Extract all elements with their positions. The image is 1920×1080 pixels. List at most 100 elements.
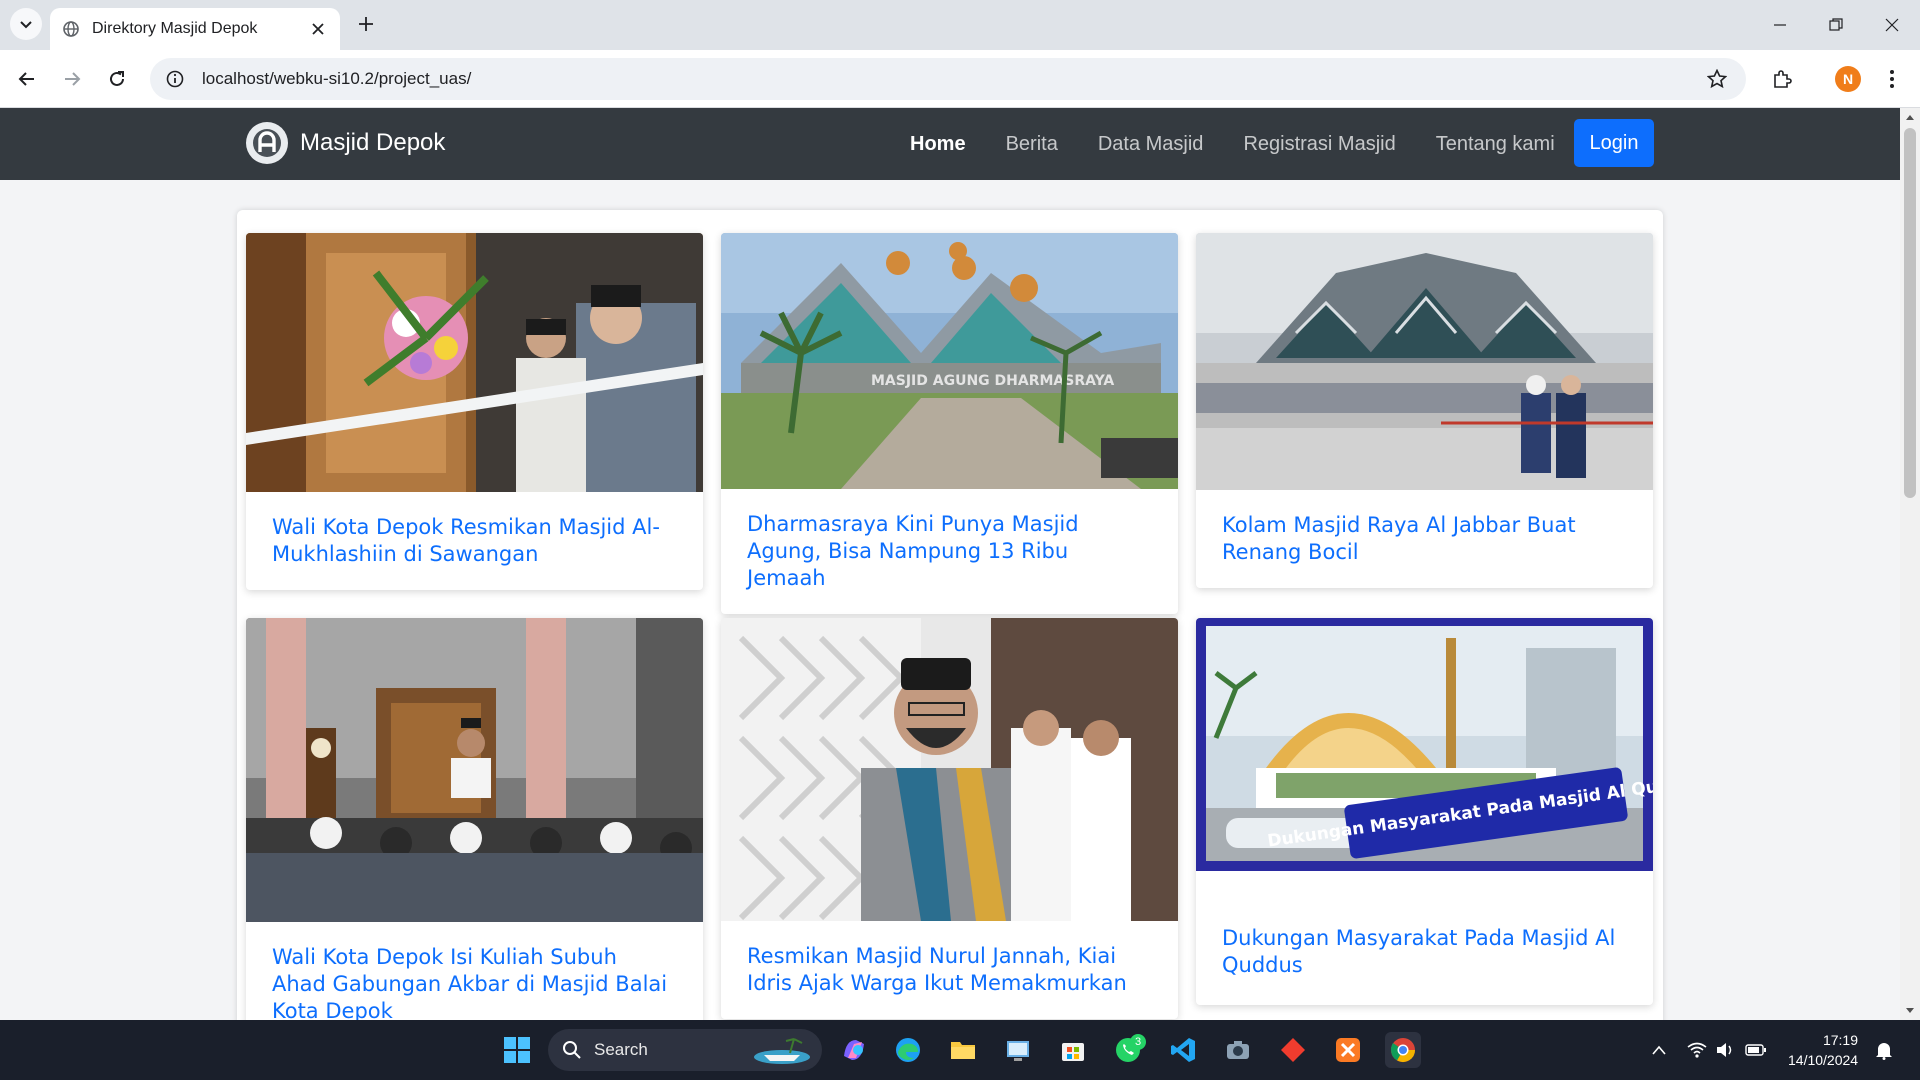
browser-menu-button[interactable] bbox=[1880, 63, 1904, 95]
restore-button[interactable] bbox=[1808, 0, 1864, 50]
plus-icon bbox=[359, 17, 373, 31]
nav-data-masjid[interactable]: Data Masjid bbox=[1098, 133, 1204, 156]
site-navbar: Masjid Depok Home Berita Data Masjid Reg… bbox=[0, 108, 1900, 180]
minimize-icon bbox=[1774, 24, 1786, 26]
close-icon bbox=[1885, 18, 1899, 32]
sermon-photo bbox=[246, 618, 703, 922]
nav-tentang-kami[interactable]: Tentang kami bbox=[1436, 133, 1555, 156]
news-card[interactable]: Resmikan Masjid Nurul Jannah, Kiai Idris… bbox=[721, 618, 1178, 1019]
news-container: Wali Kota Depok Resmikan Masjid Al-Mukhl… bbox=[237, 210, 1663, 1020]
xampp-icon[interactable] bbox=[1330, 1032, 1366, 1068]
card-body: Dharmasraya Kini Punya Masjid Agung, Bis… bbox=[721, 489, 1178, 614]
address-bar[interactable]: localhost/webku-si10.2/project_uas/ bbox=[150, 58, 1746, 100]
scroll-down-icon[interactable] bbox=[1900, 1002, 1920, 1020]
url-text: localhost/webku-si10.2/project_uas/ bbox=[202, 69, 472, 88]
volume-icon[interactable] bbox=[1714, 1039, 1736, 1061]
globe-icon bbox=[62, 20, 80, 38]
tab-title: Direktory Masjid Depok bbox=[92, 20, 258, 37]
taskbar-search[interactable]: Search bbox=[548, 1029, 822, 1071]
brand-logo-icon bbox=[246, 122, 288, 164]
search-icon bbox=[563, 1041, 581, 1059]
browser-tab-strip: Direktory Masjid Depok bbox=[0, 0, 1920, 50]
control-panel-icon[interactable] bbox=[1000, 1032, 1036, 1068]
nav-links: Home Berita Data Masjid Registrasi Masji… bbox=[910, 108, 1595, 180]
microsoft-store-icon[interactable] bbox=[1055, 1032, 1091, 1068]
clock-date: 14/10/2024 bbox=[1788, 1052, 1859, 1068]
copilot-icon[interactable] bbox=[836, 1032, 872, 1068]
image-inscription: MASJID AGUNG DHARMASRAYA bbox=[871, 373, 1114, 389]
article-title[interactable]: Wali Kota Depok Isi Kuliah Subuh Ahad Ga… bbox=[272, 944, 677, 1020]
whatsapp-icon[interactable]: 3 bbox=[1110, 1032, 1146, 1068]
browser-tab[interactable]: Direktory Masjid Depok bbox=[50, 8, 340, 50]
article-title[interactable]: Dukungan Masyarakat Pada Masjid Al Quddu… bbox=[1222, 925, 1627, 979]
minimize-button[interactable] bbox=[1752, 0, 1808, 50]
card-body: Resmikan Masjid Nurul Jannah, Kiai Idris… bbox=[721, 921, 1178, 1019]
login-button[interactable]: Login bbox=[1574, 119, 1654, 167]
news-card[interactable]: MASJID AGUNG DHARMASRAYA Dharmasraya Kin… bbox=[721, 233, 1178, 614]
puzzle-icon bbox=[1774, 70, 1792, 88]
article-title[interactable]: Wali Kota Depok Resmikan Masjid Al-Mukhl… bbox=[272, 514, 677, 568]
battery-icon[interactable] bbox=[1745, 1039, 1767, 1061]
search-label: Search bbox=[594, 1040, 648, 1059]
article-title[interactable]: Resmikan Masjid Nurul Jannah, Kiai Idris… bbox=[747, 943, 1152, 997]
news-card[interactable]: Dukungan Masyarakat Pada Masjid Al Quddu… bbox=[1196, 618, 1653, 1005]
vscode-icon[interactable] bbox=[1165, 1032, 1201, 1068]
kebab-menu-icon bbox=[1890, 70, 1894, 88]
profile-avatar[interactable]: N bbox=[1835, 66, 1861, 92]
browser-toolbar: localhost/webku-si10.2/project_uas/ N bbox=[0, 50, 1920, 108]
nav-home[interactable]: Home bbox=[910, 133, 966, 156]
card-body: Wali Kota Depok Isi Kuliah Subuh Ahad Ga… bbox=[246, 922, 703, 1020]
nav-berita[interactable]: Berita bbox=[1006, 133, 1058, 156]
file-explorer-icon[interactable] bbox=[945, 1032, 981, 1068]
card-body: Wali Kota Depok Resmikan Masjid Al-Mukhl… bbox=[246, 492, 703, 590]
extensions-button[interactable] bbox=[1766, 63, 1798, 95]
site-info-icon[interactable] bbox=[164, 68, 186, 90]
clock[interactable]: 17:19 14/10/2024 bbox=[1788, 1030, 1858, 1070]
scroll-thumb[interactable] bbox=[1904, 128, 1916, 498]
window-controls bbox=[1752, 0, 1920, 50]
windows-taskbar: Search 3 17:19 14/10/2024 bbox=[0, 1020, 1920, 1080]
windows-start-icon[interactable] bbox=[499, 1032, 535, 1068]
git-icon[interactable] bbox=[1275, 1032, 1311, 1068]
page-viewport: Masjid Depok Home Berita Data Masjid Reg… bbox=[0, 108, 1900, 1020]
kiai-portrait-photo bbox=[721, 618, 1178, 921]
news-card[interactable]: Wali Kota Depok Resmikan Masjid Al-Mukhl… bbox=[246, 233, 703, 590]
clock-time: 17:19 bbox=[1822, 1032, 1858, 1048]
search-highlight-icon bbox=[754, 1038, 810, 1064]
back-button[interactable] bbox=[11, 63, 43, 95]
chevron-down-icon bbox=[20, 21, 32, 29]
brand[interactable]: Masjid Depok bbox=[246, 122, 445, 164]
chevron-up-icon[interactable] bbox=[1648, 1039, 1670, 1061]
news-card[interactable]: Wali Kota Depok Isi Kuliah Subuh Ahad Ga… bbox=[246, 618, 703, 1020]
nav-registrasi-masjid[interactable]: Registrasi Masjid bbox=[1243, 133, 1395, 156]
article-title[interactable]: Kolam Masjid Raya Al Jabbar Buat Renang … bbox=[1222, 512, 1627, 566]
chrome-icon[interactable] bbox=[1385, 1032, 1421, 1068]
restore-icon bbox=[1829, 18, 1843, 31]
card-body: Kolam Masjid Raya Al Jabbar Buat Renang … bbox=[1196, 490, 1653, 588]
notification-badge: 3 bbox=[1130, 1034, 1146, 1050]
bookmark-star-icon[interactable] bbox=[1706, 68, 1728, 90]
ribbon-cutting-photo bbox=[246, 233, 703, 492]
masjid-agung-photo: MASJID AGUNG DHARMASRAYA bbox=[721, 233, 1178, 489]
page-scrollbar[interactable] bbox=[1900, 108, 1920, 1020]
tab-search-button[interactable] bbox=[10, 8, 42, 40]
forward-button[interactable] bbox=[56, 63, 88, 95]
brand-name: Masjid Depok bbox=[300, 129, 446, 156]
al-jabbar-photo bbox=[1196, 233, 1653, 490]
reload-button[interactable] bbox=[101, 63, 133, 95]
article-title[interactable]: Dharmasraya Kini Punya Masjid Agung, Bis… bbox=[747, 511, 1152, 592]
news-card[interactable]: Kolam Masjid Raya Al Jabbar Buat Renang … bbox=[1196, 233, 1653, 588]
card-body: Dukungan Masyarakat Pada Masjid Al Quddu… bbox=[1196, 871, 1653, 1005]
close-window-button[interactable] bbox=[1864, 0, 1920, 50]
close-icon[interactable] bbox=[306, 17, 330, 41]
scroll-up-icon[interactable] bbox=[1900, 108, 1920, 126]
reload-icon bbox=[110, 71, 124, 86]
al-quddus-render: Dukungan Masyarakat Pada Masjid Al Quddu… bbox=[1196, 618, 1653, 871]
notification-bell-icon[interactable] bbox=[1873, 1039, 1895, 1061]
wifi-icon[interactable] bbox=[1686, 1039, 1708, 1061]
new-tab-button[interactable] bbox=[352, 10, 380, 38]
camera-icon[interactable] bbox=[1220, 1032, 1256, 1068]
edge-icon[interactable] bbox=[890, 1032, 926, 1068]
arrow-right-icon bbox=[65, 72, 81, 86]
arrow-left-icon bbox=[18, 72, 34, 86]
